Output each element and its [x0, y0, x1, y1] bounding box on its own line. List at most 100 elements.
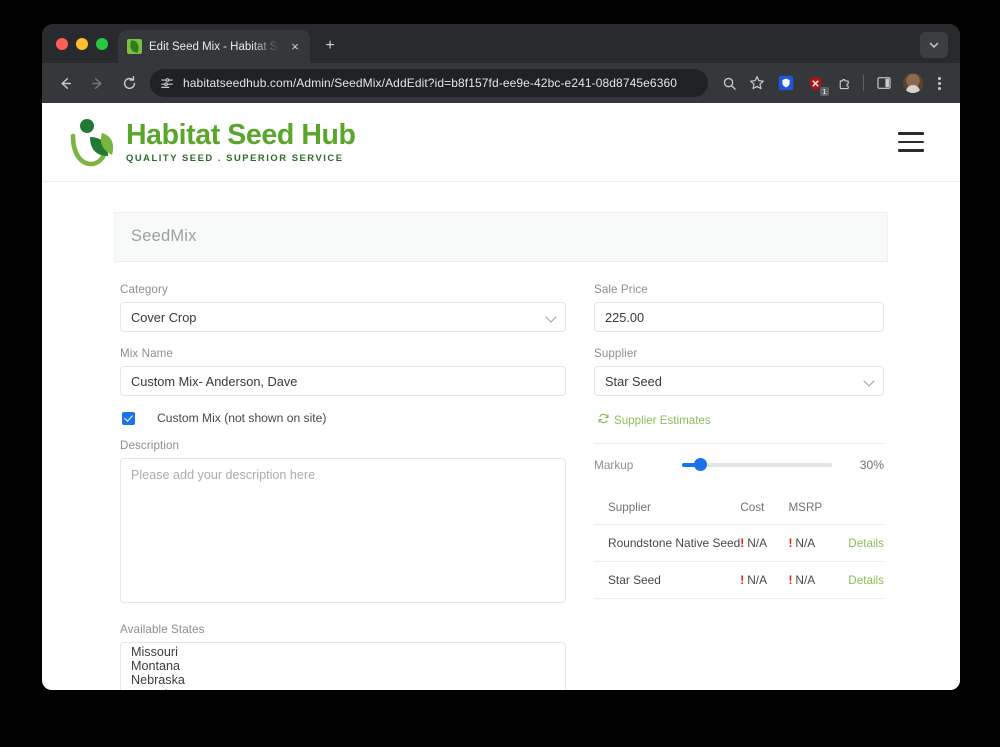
mix-name-input[interactable] — [120, 366, 566, 396]
leaf-icon — [127, 39, 142, 54]
cell-supplier: Roundstone Native Seed — [594, 524, 741, 562]
avatar[interactable] — [900, 70, 926, 96]
mix-name-field: Mix Name — [120, 347, 566, 396]
custom-mix-checkbox[interactable] — [122, 411, 135, 425]
category-field: Category — [120, 283, 566, 332]
sale-price-input[interactable] — [594, 302, 884, 332]
column-header-supplier: Supplier — [594, 501, 741, 525]
warning-icon: ! — [788, 573, 793, 587]
adblock-extension-icon[interactable]: 1 — [802, 70, 829, 96]
tab-title: Edit Seed Mix - Habitat Seed — [149, 40, 280, 53]
page-viewport: Habitat Seed Hub QUALITY SEED . SUPERIOR… — [42, 103, 960, 690]
list-item[interactable]: Nebraska — [121, 673, 565, 687]
details-link[interactable]: Details — [848, 574, 884, 587]
forward-button[interactable] — [82, 68, 112, 98]
sale-price-label: Sale Price — [594, 283, 648, 296]
site-header: Habitat Seed Hub QUALITY SEED . SUPERIOR… — [42, 103, 960, 182]
toolbar-divider — [863, 75, 864, 91]
supplier-select[interactable] — [594, 366, 884, 396]
cell-cost-value: N/A — [747, 573, 768, 587]
browser-window: Edit Seed Mix - Habitat Seed × + — [42, 24, 960, 690]
back-button[interactable] — [50, 68, 80, 98]
puzzle-extensions-icon[interactable] — [831, 70, 857, 96]
custom-mix-label: Custom Mix (not shown on site) — [157, 411, 327, 425]
custom-mix-row: Custom Mix (not shown on site) — [120, 411, 566, 425]
warning-icon: ! — [788, 536, 793, 550]
markup-slider[interactable] — [682, 458, 832, 472]
seedmix-form-container: SeedMix Category Cover Crop Mix Name Cus… — [114, 212, 888, 690]
cell-msrp: ! N/A — [788, 524, 849, 562]
markup-value: 30% — [859, 458, 884, 472]
available-states-listbox[interactable]: Missouri Montana Nebraska Nevada New Ham… — [120, 642, 566, 690]
card-header: SeedMix — [114, 212, 888, 261]
supplier-estimates-label: Supplier Estimates — [614, 413, 711, 427]
markup-row: Markup 30% — [594, 444, 884, 478]
window-controls — [54, 24, 118, 63]
chevron-down-icon[interactable] — [920, 32, 948, 58]
tab-strip: Edit Seed Mix - Habitat Seed × + — [42, 24, 960, 63]
cell-msrp-value: N/A — [795, 573, 816, 587]
cell-cost-value: N/A — [747, 536, 768, 550]
minimize-window-button[interactable] — [76, 37, 88, 50]
details-link[interactable]: Details — [848, 537, 884, 550]
list-item[interactable]: Missouri — [121, 645, 565, 659]
table-header-row: Supplier Cost MSRP — [594, 501, 884, 525]
form-column-right: Sale Price Supplier — [590, 283, 888, 690]
form-grid: Category Mix Name Custom — [114, 262, 888, 690]
side-panel-icon[interactable] — [871, 70, 897, 96]
list-item[interactable]: Montana — [121, 659, 565, 673]
cell-msrp-value: N/A — [795, 536, 816, 550]
site-settings-icon[interactable] — [156, 72, 178, 94]
close-window-button[interactable] — [56, 37, 68, 50]
supplier-estimates-table: Supplier Cost MSRP Roundstone Native See… — [594, 501, 884, 599]
site-logo[interactable]: Habitat Seed Hub QUALITY SEED . SUPERIOR… — [68, 114, 356, 170]
habitat-seed-hub-logo-icon — [68, 114, 120, 170]
refresh-icon — [598, 413, 609, 427]
address-bar[interactable]: habitatseedhub.com/Admin/SeedMix/AddEdit… — [150, 69, 708, 97]
browser-toolbar: habitatseedhub.com/Admin/SeedMix/AddEdit… — [42, 63, 960, 103]
close-icon[interactable]: × — [287, 39, 303, 55]
available-states-label: Available States — [120, 623, 205, 636]
cell-supplier: Star Seed — [594, 561, 741, 599]
cell-cost: ! N/A — [740, 561, 789, 599]
description-field: Description — [120, 439, 566, 608]
column-header-cost: Cost — [740, 501, 789, 525]
table-row: Roundstone Native Seed ! N/A ! N/A Details — [594, 524, 884, 562]
cell-msrp: ! N/A — [788, 561, 849, 599]
form-column-left: Category Mix Name Custom — [114, 283, 572, 690]
supplier-estimates-link[interactable]: Supplier Estimates — [598, 413, 711, 427]
sale-price-field: Sale Price — [594, 283, 884, 332]
list-item[interactable]: Nevada — [121, 688, 565, 690]
description-textarea[interactable] — [120, 458, 566, 603]
available-states-field: Available States Missouri Montana Nebras… — [120, 623, 566, 690]
extension-badge-count: 1 — [820, 87, 829, 96]
column-header-msrp: MSRP — [788, 501, 849, 525]
supplier-label: Supplier — [594, 347, 638, 360]
maximize-window-button[interactable] — [96, 37, 108, 50]
table-row: Star Seed ! N/A ! N/A Details — [594, 561, 884, 599]
page-body: SeedMix Category Cover Crop Mix Name Cus… — [42, 182, 960, 690]
supplier-field: Supplier — [594, 347, 884, 396]
category-label: Category — [120, 283, 168, 296]
mix-name-label: Mix Name — [120, 347, 173, 360]
hamburger-menu-icon[interactable] — [898, 132, 924, 152]
reload-button[interactable] — [114, 68, 144, 98]
cell-cost: ! N/A — [740, 524, 789, 562]
browser-tab[interactable]: Edit Seed Mix - Habitat Seed × — [118, 30, 310, 63]
brand-name: Habitat Seed Hub — [126, 118, 356, 151]
new-tab-button[interactable]: + — [316, 32, 344, 60]
star-icon[interactable] — [744, 70, 770, 96]
markup-label: Markup — [594, 458, 634, 472]
brand-tagline: QUALITY SEED . SUPERIOR SERVICE — [126, 152, 344, 164]
page-title: SeedMix — [131, 227, 197, 245]
slider-thumb[interactable] — [694, 458, 707, 471]
url-text: habitatseedhub.com/Admin/SeedMix/AddEdit… — [183, 76, 678, 90]
warning-icon: ! — [740, 536, 745, 550]
warning-icon: ! — [740, 573, 745, 587]
category-select[interactable] — [120, 302, 566, 332]
shield-extension-icon[interactable] — [773, 70, 799, 96]
more-vertical-icon[interactable] — [928, 70, 950, 96]
column-header-actions — [848, 501, 884, 525]
search-icon[interactable] — [716, 70, 742, 96]
description-label: Description — [120, 439, 180, 452]
